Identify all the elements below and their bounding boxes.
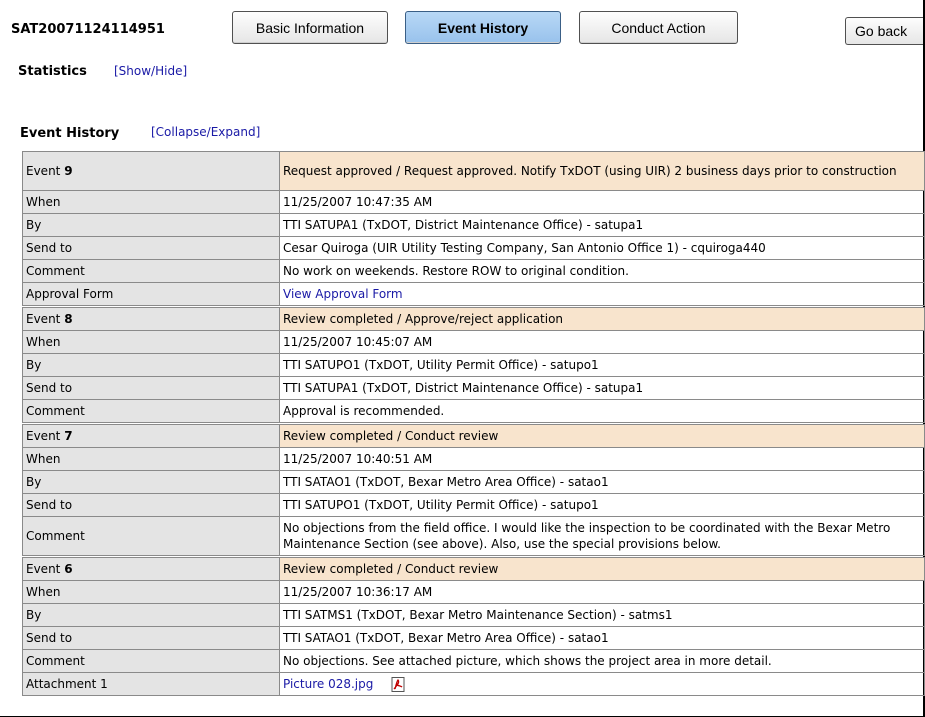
- event-label: Event: [26, 429, 61, 443]
- event-number: 8: [64, 312, 73, 326]
- event-label: Event: [26, 164, 61, 178]
- event-number-cell: Event 9: [22, 151, 280, 191]
- when-value: 11/25/2007 10:36:17 AM: [279, 580, 925, 604]
- send-to-label: Send to: [22, 493, 280, 517]
- event-header-row: Event 8 Review completed / Approve/rejec…: [22, 307, 925, 331]
- by-value: TTI SATUPA1 (TxDOT, District Maintenance…: [279, 213, 925, 237]
- event-table: Event 9 Request approved / Request appro…: [22, 151, 925, 306]
- event-title: Review completed / Conduct review: [279, 424, 925, 448]
- when-label: When: [22, 580, 280, 604]
- event-number: 7: [64, 429, 73, 443]
- send-to-value: TTI SATUPO1 (TxDOT, Utility Permit Offic…: [279, 493, 925, 517]
- tab-conduct-action[interactable]: Conduct Action: [579, 11, 738, 44]
- tab-event-history[interactable]: Event History: [405, 11, 561, 44]
- event-number: 9: [64, 164, 73, 178]
- event-row-when: When 11/25/2007 10:36:17 AM: [22, 580, 925, 604]
- event-header-row: Event 7 Review completed / Conduct revie…: [22, 424, 925, 448]
- event-table: Event 6 Review completed / Conduct revie…: [22, 557, 925, 696]
- event-row-send-to: Send to TTI SATAO1 (TxDOT, Bexar Metro A…: [22, 626, 925, 650]
- event-history-heading: Event History: [20, 126, 120, 141]
- event-row-by: By TTI SATUPO1 (TxDOT, Utility Permit Of…: [22, 353, 925, 377]
- event-row-when: When 11/25/2007 10:47:35 AM: [22, 190, 925, 214]
- event-history-toggle-link[interactable]: [Collapse/Expand]: [151, 125, 260, 139]
- event-row-attachment: Attachment 1 Picture 028.jpg: [22, 672, 925, 696]
- attachment-label: Attachment 1: [22, 672, 280, 696]
- event-row-by: By TTI SATMS1 (TxDOT, Bexar Metro Mainte…: [22, 603, 925, 627]
- by-label: By: [22, 603, 280, 627]
- attachment-cell: Picture 028.jpg: [279, 672, 925, 696]
- event-row-comment: Comment Approval is recommended.: [22, 399, 925, 423]
- event-row-by: By TTI SATAO1 (TxDOT, Bexar Metro Area O…: [22, 470, 925, 494]
- by-value: TTI SATUPO1 (TxDOT, Utility Permit Offic…: [279, 353, 925, 377]
- send-to-value: Cesar Quiroga (UIR Utility Testing Compa…: [279, 236, 925, 260]
- by-label: By: [22, 213, 280, 237]
- send-to-value: TTI SATAO1 (TxDOT, Bexar Metro Area Offi…: [279, 626, 925, 650]
- approval-form-cell: View Approval Form: [279, 282, 925, 306]
- send-to-label: Send to: [22, 376, 280, 400]
- event-table: Event 8 Review completed / Approve/rejec…: [22, 307, 925, 423]
- by-value: TTI SATAO1 (TxDOT, Bexar Metro Area Offi…: [279, 470, 925, 494]
- event-row-comment: Comment No objections from the field off…: [22, 516, 925, 556]
- send-to-label: Send to: [22, 626, 280, 650]
- when-label: When: [22, 190, 280, 214]
- event-number-cell: Event 6: [22, 557, 280, 581]
- by-label: By: [22, 470, 280, 494]
- event-title: Review completed / Conduct review: [279, 557, 925, 581]
- comment-value: Approval is recommended.: [279, 399, 925, 423]
- tab-basic-information[interactable]: Basic Information: [232, 11, 388, 44]
- comment-value: No objections from the field office. I w…: [279, 516, 925, 556]
- when-value: 11/25/2007 10:40:51 AM: [279, 447, 925, 471]
- event-number-cell: Event 8: [22, 307, 280, 331]
- event-row-when: When 11/25/2007 10:40:51 AM: [22, 447, 925, 471]
- statistics-toggle-link[interactable]: [Show/Hide]: [114, 64, 187, 78]
- event-table: Event 7 Review completed / Conduct revie…: [22, 424, 925, 556]
- event-number: 6: [64, 562, 73, 576]
- event-row-comment: Comment No objections. See attached pict…: [22, 649, 925, 673]
- approval-form-label: Approval Form: [22, 282, 280, 306]
- event-row-when: When 11/25/2007 10:45:07 AM: [22, 330, 925, 354]
- comment-label: Comment: [22, 649, 280, 673]
- comment-value: No work on weekends. Restore ROW to orig…: [279, 259, 925, 283]
- event-label: Event: [26, 312, 61, 326]
- event-row-approval-form: Approval Form View Approval Form: [22, 282, 925, 306]
- event-title: Request approved / Request approved. Not…: [279, 151, 925, 191]
- event-row-send-to: Send to TTI SATUPO1 (TxDOT, Utility Perm…: [22, 493, 925, 517]
- when-value: 11/25/2007 10:45:07 AM: [279, 330, 925, 354]
- request-id: SAT20071124114951: [11, 22, 165, 37]
- when-value: 11/25/2007 10:47:35 AM: [279, 190, 925, 214]
- event-header-row: Event 9 Request approved / Request appro…: [22, 151, 925, 191]
- view-approval-form-link[interactable]: View Approval Form: [283, 287, 403, 301]
- statistics-heading: Statistics: [18, 64, 87, 79]
- event-label: Event: [26, 562, 61, 576]
- event-row-send-to: Send to TTI SATUPA1 (TxDOT, District Mai…: [22, 376, 925, 400]
- comment-label: Comment: [22, 399, 280, 423]
- send-to-value: TTI SATUPA1 (TxDOT, District Maintenance…: [279, 376, 925, 400]
- by-label: By: [22, 353, 280, 377]
- comment-value: No objections. See attached picture, whi…: [279, 649, 925, 673]
- pdf-icon[interactable]: [391, 677, 405, 692]
- comment-label: Comment: [22, 259, 280, 283]
- event-number-cell: Event 7: [22, 424, 280, 448]
- event-history-list: Event 9 Request approved / Request appro…: [22, 151, 925, 696]
- comment-label: Comment: [22, 516, 280, 556]
- event-header-row: Event 6 Review completed / Conduct revie…: [22, 557, 925, 581]
- when-label: When: [22, 330, 280, 354]
- event-row-by: By TTI SATUPA1 (TxDOT, District Maintena…: [22, 213, 925, 237]
- attachment-link[interactable]: Picture 028.jpg: [283, 677, 373, 691]
- event-row-send-to: Send to Cesar Quiroga (UIR Utility Testi…: [22, 236, 925, 260]
- go-back-button[interactable]: Go back: [845, 17, 923, 45]
- event-row-comment: Comment No work on weekends. Restore ROW…: [22, 259, 925, 283]
- when-label: When: [22, 447, 280, 471]
- by-value: TTI SATMS1 (TxDOT, Bexar Metro Maintenan…: [279, 603, 925, 627]
- send-to-label: Send to: [22, 236, 280, 260]
- event-title: Review completed / Approve/reject applic…: [279, 307, 925, 331]
